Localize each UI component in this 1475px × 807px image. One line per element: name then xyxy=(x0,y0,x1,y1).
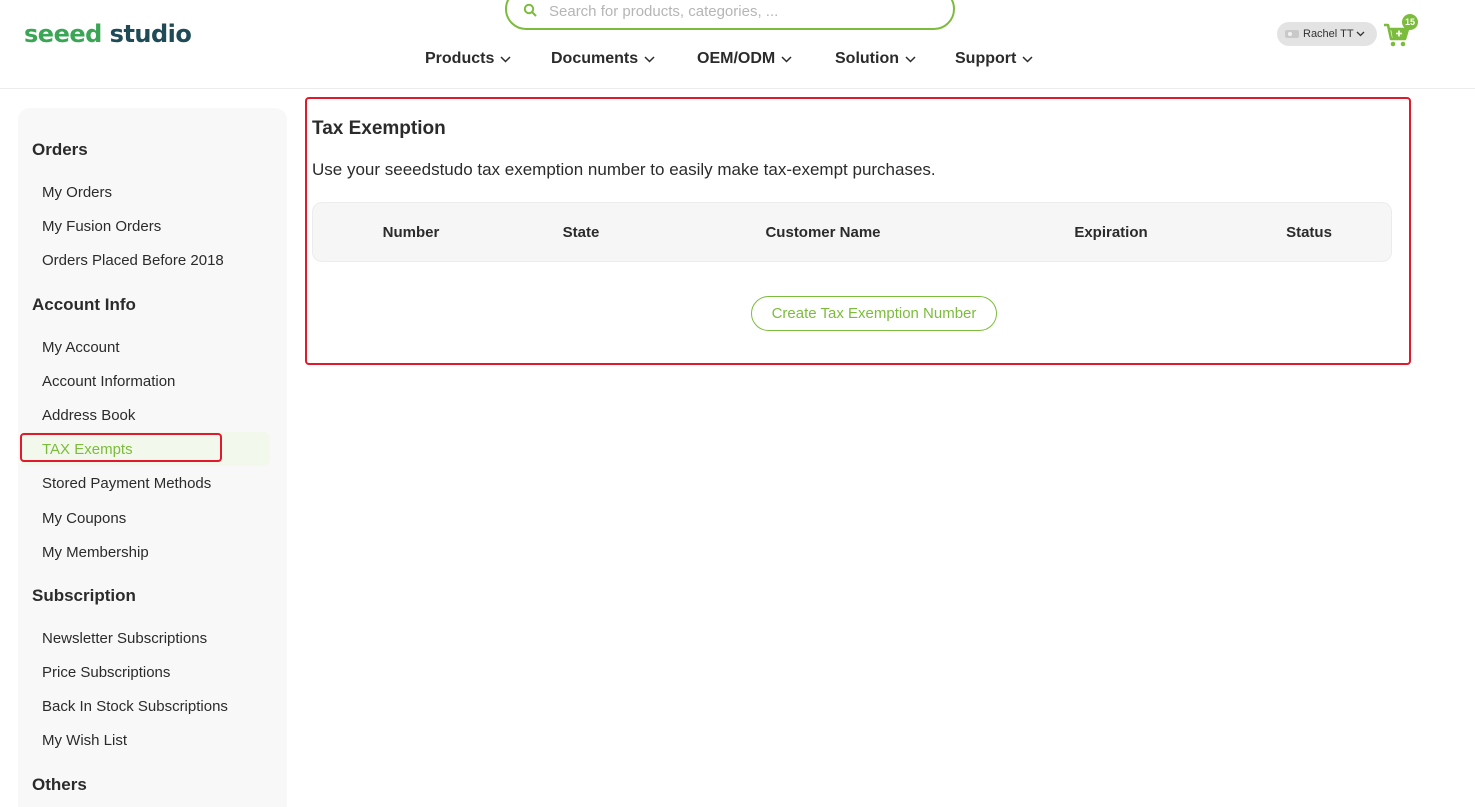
nav-support[interactable]: Support xyxy=(955,46,1033,72)
chevron-down-icon xyxy=(781,55,792,63)
chevron-down-icon xyxy=(644,55,655,63)
column-header-expiration: Expiration xyxy=(1074,224,1148,241)
chevron-down-icon xyxy=(1356,31,1365,37)
sidebar-item-back-in-stock-subscriptions[interactable]: Back In Stock Subscriptions xyxy=(42,698,228,715)
avatar-icon xyxy=(1285,30,1299,38)
create-tax-exemption-button[interactable]: Create Tax Exemption Number xyxy=(751,296,997,331)
nav-label: Products xyxy=(425,50,495,67)
sidebar-item-my-wish-list[interactable]: My Wish List xyxy=(42,732,127,749)
seeed-studio-logo[interactable]: seeed studio xyxy=(24,20,192,48)
sidebar-item-my-orders[interactable]: My Orders xyxy=(42,184,112,201)
sidebar-heading-account-info: Account Info xyxy=(32,295,136,314)
search-input[interactable] xyxy=(549,0,929,22)
cart-count-badge: 15 xyxy=(1402,14,1418,30)
nav-oem-odm[interactable]: OEM/ODM xyxy=(697,46,792,72)
site-header: seeed studio Products Documents OEM/ODM … xyxy=(0,0,1475,89)
tax-exemption-table-header: Number State Customer Name Expiration St… xyxy=(312,202,1392,262)
search-icon[interactable] xyxy=(523,3,537,17)
sidebar-item-my-account[interactable]: My Account xyxy=(42,339,120,356)
sidebar-item-orders-before-2018[interactable]: Orders Placed Before 2018 xyxy=(42,252,224,269)
nav-products[interactable]: Products xyxy=(425,46,511,72)
highlight-box-tax-exempts xyxy=(20,433,222,462)
sidebar-item-stored-payment-methods[interactable]: Stored Payment Methods xyxy=(42,475,211,492)
sidebar-item-my-coupons[interactable]: My Coupons xyxy=(42,510,126,527)
sidebar-heading-others: Others xyxy=(32,775,87,794)
sidebar-item-account-information[interactable]: Account Information xyxy=(42,373,175,390)
sidebar-item-address-book[interactable]: Address Book xyxy=(42,407,135,424)
user-menu[interactable]: Rachel TT xyxy=(1277,22,1377,46)
column-header-state: State xyxy=(562,224,600,241)
chevron-down-icon xyxy=(905,55,916,63)
main-nav: Products Documents OEM/ODM Solution Supp… xyxy=(0,46,1475,72)
nav-label: Support xyxy=(955,50,1017,67)
user-name: Rachel TT xyxy=(1303,28,1354,40)
column-header-status: Status xyxy=(1286,224,1332,241)
nav-documents[interactable]: Documents xyxy=(551,46,655,72)
column-header-customer-name: Customer Name xyxy=(765,224,881,241)
chevron-down-icon xyxy=(1022,55,1033,63)
logo-text-seeed: seeed xyxy=(24,20,102,48)
column-header-number: Number xyxy=(382,224,440,241)
sidebar-item-my-membership[interactable]: My Membership xyxy=(42,544,149,561)
sidebar-item-price-subscriptions[interactable]: Price Subscriptions xyxy=(42,664,170,681)
nav-label: Documents xyxy=(551,50,639,67)
nav-label: Solution xyxy=(835,50,899,67)
chevron-down-icon xyxy=(500,55,511,63)
page-description: Use your seeedstudo tax exemption number… xyxy=(312,160,936,179)
nav-label: OEM/ODM xyxy=(697,50,776,67)
search-bar[interactable] xyxy=(505,0,955,30)
sidebar-item-newsletter-subscriptions[interactable]: Newsletter Subscriptions xyxy=(42,630,207,647)
page-title: Tax Exemption xyxy=(312,118,446,139)
sidebar-heading-orders: Orders xyxy=(32,140,88,159)
sidebar-heading-subscription: Subscription xyxy=(32,586,136,605)
logo-text-studio: studio xyxy=(101,20,192,48)
sidebar-item-my-fusion-orders[interactable]: My Fusion Orders xyxy=(42,218,161,235)
nav-solution[interactable]: Solution xyxy=(835,46,916,72)
